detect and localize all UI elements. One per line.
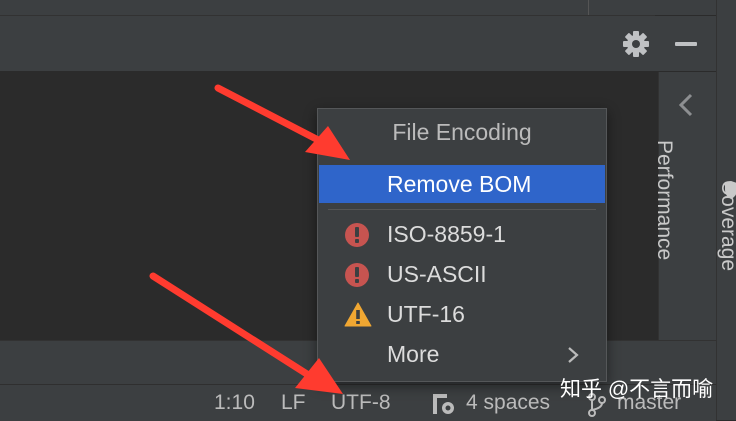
line-separator[interactable]: LF <box>281 391 306 415</box>
menu-item-us-ascii[interactable]: US-ASCII <box>319 255 605 293</box>
chevron-left-icon[interactable] <box>676 92 696 118</box>
popup-title: File Encoding <box>392 119 532 145</box>
performance-label: Performance <box>653 140 676 261</box>
tool-window-header <box>0 16 716 72</box>
menu-item-label: ISO-8859-1 <box>387 221 506 247</box>
menu-item-label: Remove BOM <box>387 171 532 197</box>
menu-item-more[interactable]: More <box>319 335 605 373</box>
gear-icon[interactable] <box>620 28 652 60</box>
minus-icon[interactable] <box>675 42 697 46</box>
far-right-top-strip <box>655 0 716 15</box>
menu-item-iso-8859-1[interactable]: ISO-8859-1 <box>319 215 605 253</box>
menu-item-label: UTF-16 <box>387 301 465 327</box>
menu-item-remove-bom[interactable]: Remove BOM <box>319 165 605 203</box>
coverage-label: Coverage <box>717 180 736 272</box>
indent-setting[interactable]: 4 spaces <box>466 391 550 415</box>
menu-item-utf-16[interactable]: UTF-16 <box>319 295 605 333</box>
warning-icon <box>344 302 372 327</box>
error-icon <box>345 223 369 247</box>
caret-position[interactable]: 1:10 <box>214 391 255 415</box>
error-icon <box>345 263 369 287</box>
file-encoding[interactable]: UTF-8 <box>331 391 391 415</box>
coverage-tab[interactable]: Coverage <box>716 180 736 330</box>
chevron-right-icon <box>568 347 579 363</box>
performance-tab[interactable]: Performance <box>653 140 712 280</box>
menu-item-label: US-ASCII <box>387 261 487 287</box>
top-strip <box>0 0 655 16</box>
menu-item-label: More <box>387 341 440 367</box>
menu-separator <box>328 209 596 210</box>
indent-settings-icon <box>433 394 454 414</box>
top-divider <box>588 0 589 15</box>
watermark: 知乎 @不言而喻 <box>560 378 714 401</box>
file-encoding-popup: File Encoding Remove BOM ISO-8859-1 US-A… <box>317 108 607 382</box>
